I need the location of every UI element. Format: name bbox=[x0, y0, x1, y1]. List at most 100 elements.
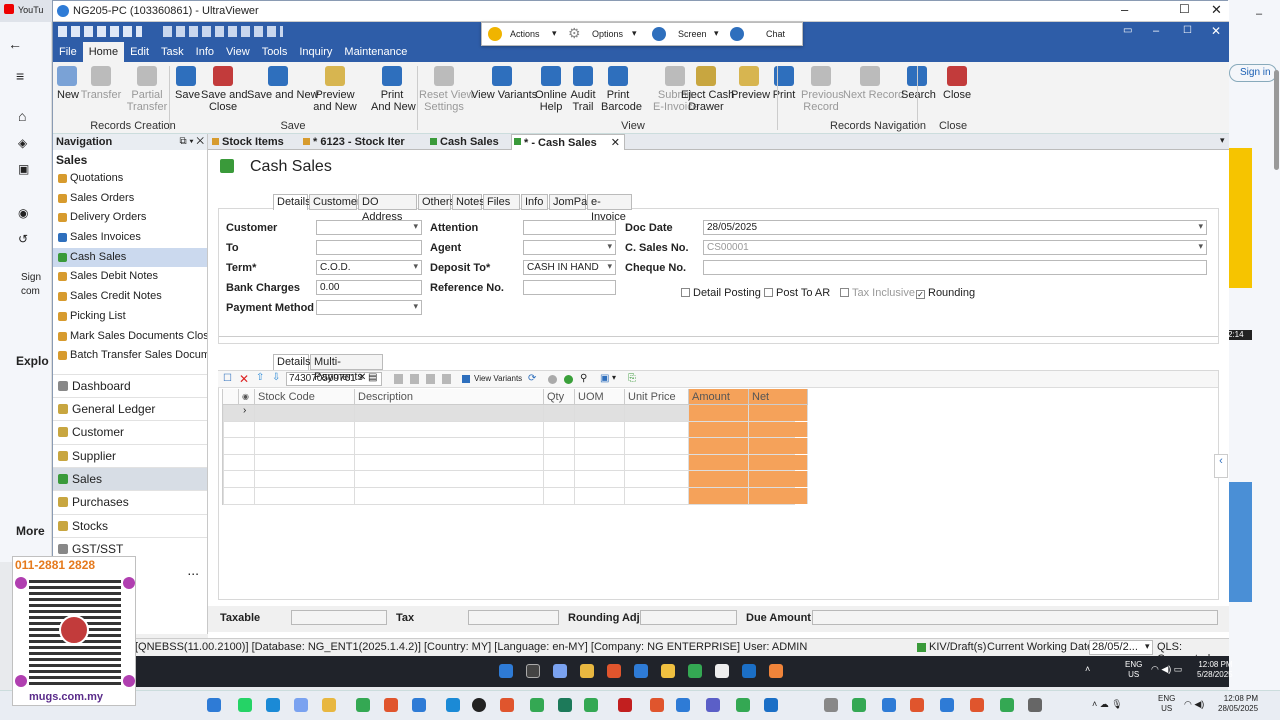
grid-header-stock-code[interactable]: Stock Code bbox=[255, 389, 355, 405]
nav-item-sales-invoices[interactable]: Sales Invoices bbox=[53, 228, 207, 248]
ribbon-print-button[interactable]: Print bbox=[770, 66, 798, 101]
table-cell[interactable] bbox=[239, 488, 255, 504]
table-cell[interactable] bbox=[223, 405, 224, 421]
table-row[interactable] bbox=[223, 438, 808, 455]
opera-icon[interactable] bbox=[472, 698, 486, 712]
calculator-icon[interactable] bbox=[1028, 698, 1042, 712]
payment-method-field[interactable] bbox=[316, 300, 422, 315]
checkbox-box[interactable] bbox=[681, 288, 690, 297]
form-tab-e-invoice[interactable]: e-Invoice bbox=[587, 194, 632, 223]
checkbox-box[interactable] bbox=[840, 288, 849, 297]
remote-ultraviewer-icon[interactable] bbox=[634, 664, 648, 678]
chrome-icon-3[interactable] bbox=[584, 698, 598, 712]
grid-header-unit-price[interactable]: Unit Price bbox=[625, 389, 689, 405]
new-row-icon[interactable]: ☐ bbox=[223, 373, 232, 384]
form-tab-details[interactable]: Details bbox=[273, 194, 311, 210]
table-cell[interactable] bbox=[223, 438, 224, 454]
table-row[interactable] bbox=[223, 454, 808, 472]
you-icon[interactable]: ◉ bbox=[18, 206, 28, 220]
form-tab-files[interactable]: Files bbox=[483, 194, 520, 210]
table-row[interactable] bbox=[223, 488, 808, 505]
ribbon-transfer-button[interactable]: Transfer bbox=[79, 66, 123, 101]
doc-tab-cash-sales[interactable]: Cash Sales bbox=[428, 134, 499, 150]
to-field[interactable] bbox=[316, 240, 422, 255]
checkbox-box[interactable] bbox=[764, 288, 773, 297]
checkbox-box[interactable]: ✓ bbox=[916, 290, 925, 299]
table-cell[interactable] bbox=[625, 421, 689, 438]
working-date-dropdown-icon[interactable]: ▾ bbox=[1145, 641, 1150, 652]
table-cell[interactable] bbox=[223, 421, 224, 438]
table-cell[interactable] bbox=[749, 488, 808, 504]
form-tab-jompay[interactable]: JomPay bbox=[549, 194, 593, 210]
collapse-panel-icon[interactable]: ‹ bbox=[1214, 454, 1228, 478]
messenger-icon[interactable] bbox=[446, 698, 460, 712]
remote-search-icon[interactable] bbox=[526, 664, 540, 678]
ribbon-online-help-button[interactable]: Online Help bbox=[535, 66, 567, 113]
ribbon-eject-cash-drawer-button[interactable]: Eject Cash Drawer bbox=[681, 66, 734, 113]
table-cell[interactable] bbox=[544, 405, 575, 421]
nav-module-dashboard[interactable]: Dashboard bbox=[53, 373, 207, 397]
doc-tab-stock-items[interactable]: Stock Items bbox=[210, 134, 284, 150]
table-cell[interactable] bbox=[625, 471, 689, 487]
table-cell[interactable] bbox=[355, 405, 544, 421]
c-sales-no-field[interactable]: CS00001 bbox=[703, 240, 1207, 255]
grid-header-amount[interactable]: Amount bbox=[689, 389, 749, 405]
nav-module-supplier[interactable]: Supplier bbox=[53, 443, 207, 467]
refresh-icon[interactable]: ⟳ bbox=[528, 373, 536, 384]
table-cell[interactable] bbox=[544, 421, 575, 438]
form-tab-customer[interactable]: Customer bbox=[309, 194, 361, 210]
move-up-icon[interactable]: ⇧ bbox=[256, 372, 264, 383]
table-cell[interactable] bbox=[355, 438, 544, 454]
nav-module-customer[interactable]: Customer bbox=[53, 420, 207, 443]
chrome-icon-4[interactable] bbox=[736, 698, 750, 712]
table-cell[interactable] bbox=[749, 454, 808, 471]
form-tab-others[interactable]: Others bbox=[418, 194, 455, 210]
table-cell[interactable] bbox=[355, 454, 544, 471]
whatsapp-icon[interactable] bbox=[238, 698, 252, 712]
ribbon-save-button[interactable]: Save bbox=[175, 66, 200, 101]
delete-row-icon[interactable]: ✕ bbox=[239, 372, 249, 386]
ribbon-close-button[interactable]: Close bbox=[943, 66, 971, 101]
nav-item-cash-sales[interactable]: Cash Sales bbox=[53, 247, 207, 268]
view-variants-button[interactable]: View Variants bbox=[474, 374, 522, 383]
doc-tab-new-cash-sales[interactable]: * - Cash Sales ✕ bbox=[511, 134, 625, 150]
table-cell[interactable] bbox=[575, 405, 625, 421]
table-cell[interactable] bbox=[223, 488, 224, 504]
table-cell[interactable] bbox=[575, 421, 625, 438]
save-layout-icon[interactable]: ▣ bbox=[600, 373, 609, 384]
table-cell[interactable] bbox=[625, 488, 689, 504]
remote-explorer-icon[interactable] bbox=[580, 664, 594, 678]
settings-icon[interactable] bbox=[824, 698, 838, 712]
home-icon[interactable]: ⌂ bbox=[18, 108, 26, 124]
nav-module-stocks[interactable]: Stocks bbox=[53, 513, 207, 537]
ribbon-partial-transfer-button[interactable]: Partial Transfer bbox=[123, 66, 171, 113]
window-minimize-button[interactable]: – bbox=[1121, 2, 1128, 17]
edge-icon[interactable] bbox=[266, 698, 280, 712]
ribbon-new-button[interactable]: New bbox=[57, 66, 79, 101]
nav-item-mark-sales-documents-clos[interactable]: Mark Sales Documents Clos... bbox=[53, 327, 207, 347]
table-cell[interactable] bbox=[689, 488, 749, 504]
grid-check-column[interactable]: ◉ bbox=[239, 389, 255, 405]
table-cell[interactable] bbox=[689, 421, 749, 438]
ribbon-tab-home[interactable]: Home bbox=[82, 42, 125, 62]
ribbon-print-and-new-button[interactable]: Print And New bbox=[371, 66, 416, 113]
table-cell[interactable] bbox=[544, 488, 575, 504]
screen-dropdown-icon[interactable]: ▾ bbox=[714, 28, 719, 39]
app-icon[interactable] bbox=[412, 698, 426, 712]
ribbon-tab-maintenance[interactable]: Maintenance bbox=[338, 42, 413, 62]
chat-button[interactable]: Chat bbox=[766, 29, 785, 39]
table-cell[interactable] bbox=[544, 454, 575, 471]
doc-date-field[interactable]: 28/05/2025 bbox=[703, 220, 1207, 235]
ribbon-tab-tools[interactable]: Tools bbox=[256, 42, 294, 62]
table-cell[interactable] bbox=[255, 488, 355, 504]
ribbon-tab-inquiry[interactable]: Inquiry bbox=[293, 42, 338, 62]
ribbon-audit-trail-button[interactable]: Audit Trail bbox=[569, 66, 597, 113]
table-cell[interactable] bbox=[689, 454, 749, 471]
subscriptions-icon[interactable]: ▣ bbox=[18, 162, 29, 176]
grid-header-uom[interactable]: UOM bbox=[575, 389, 625, 405]
host-scrollbar[interactable] bbox=[1274, 70, 1279, 170]
table-cell[interactable] bbox=[239, 471, 255, 487]
table-cell[interactable] bbox=[689, 438, 749, 454]
table-cell[interactable] bbox=[749, 405, 808, 421]
table-cell[interactable] bbox=[239, 421, 255, 438]
